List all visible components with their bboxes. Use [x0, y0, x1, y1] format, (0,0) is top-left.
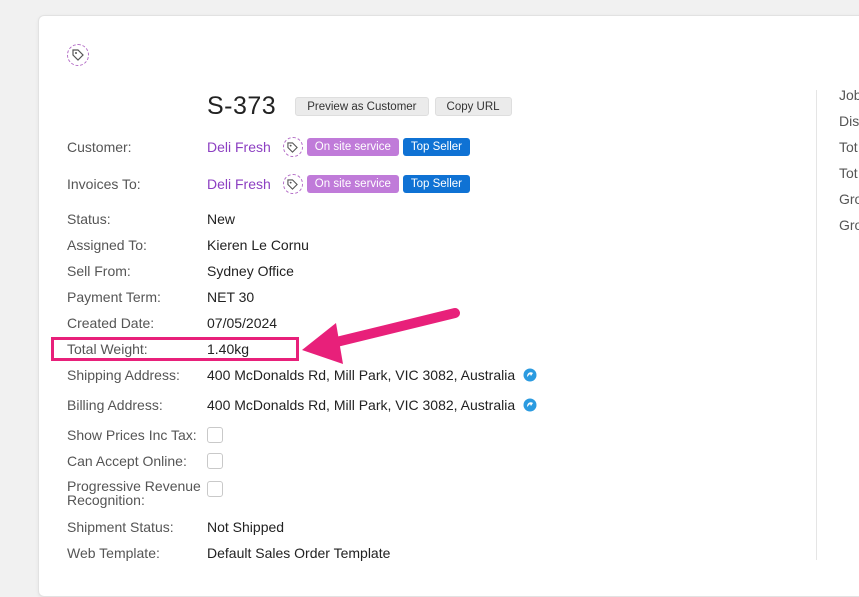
arrow-annotation: [302, 308, 460, 364]
